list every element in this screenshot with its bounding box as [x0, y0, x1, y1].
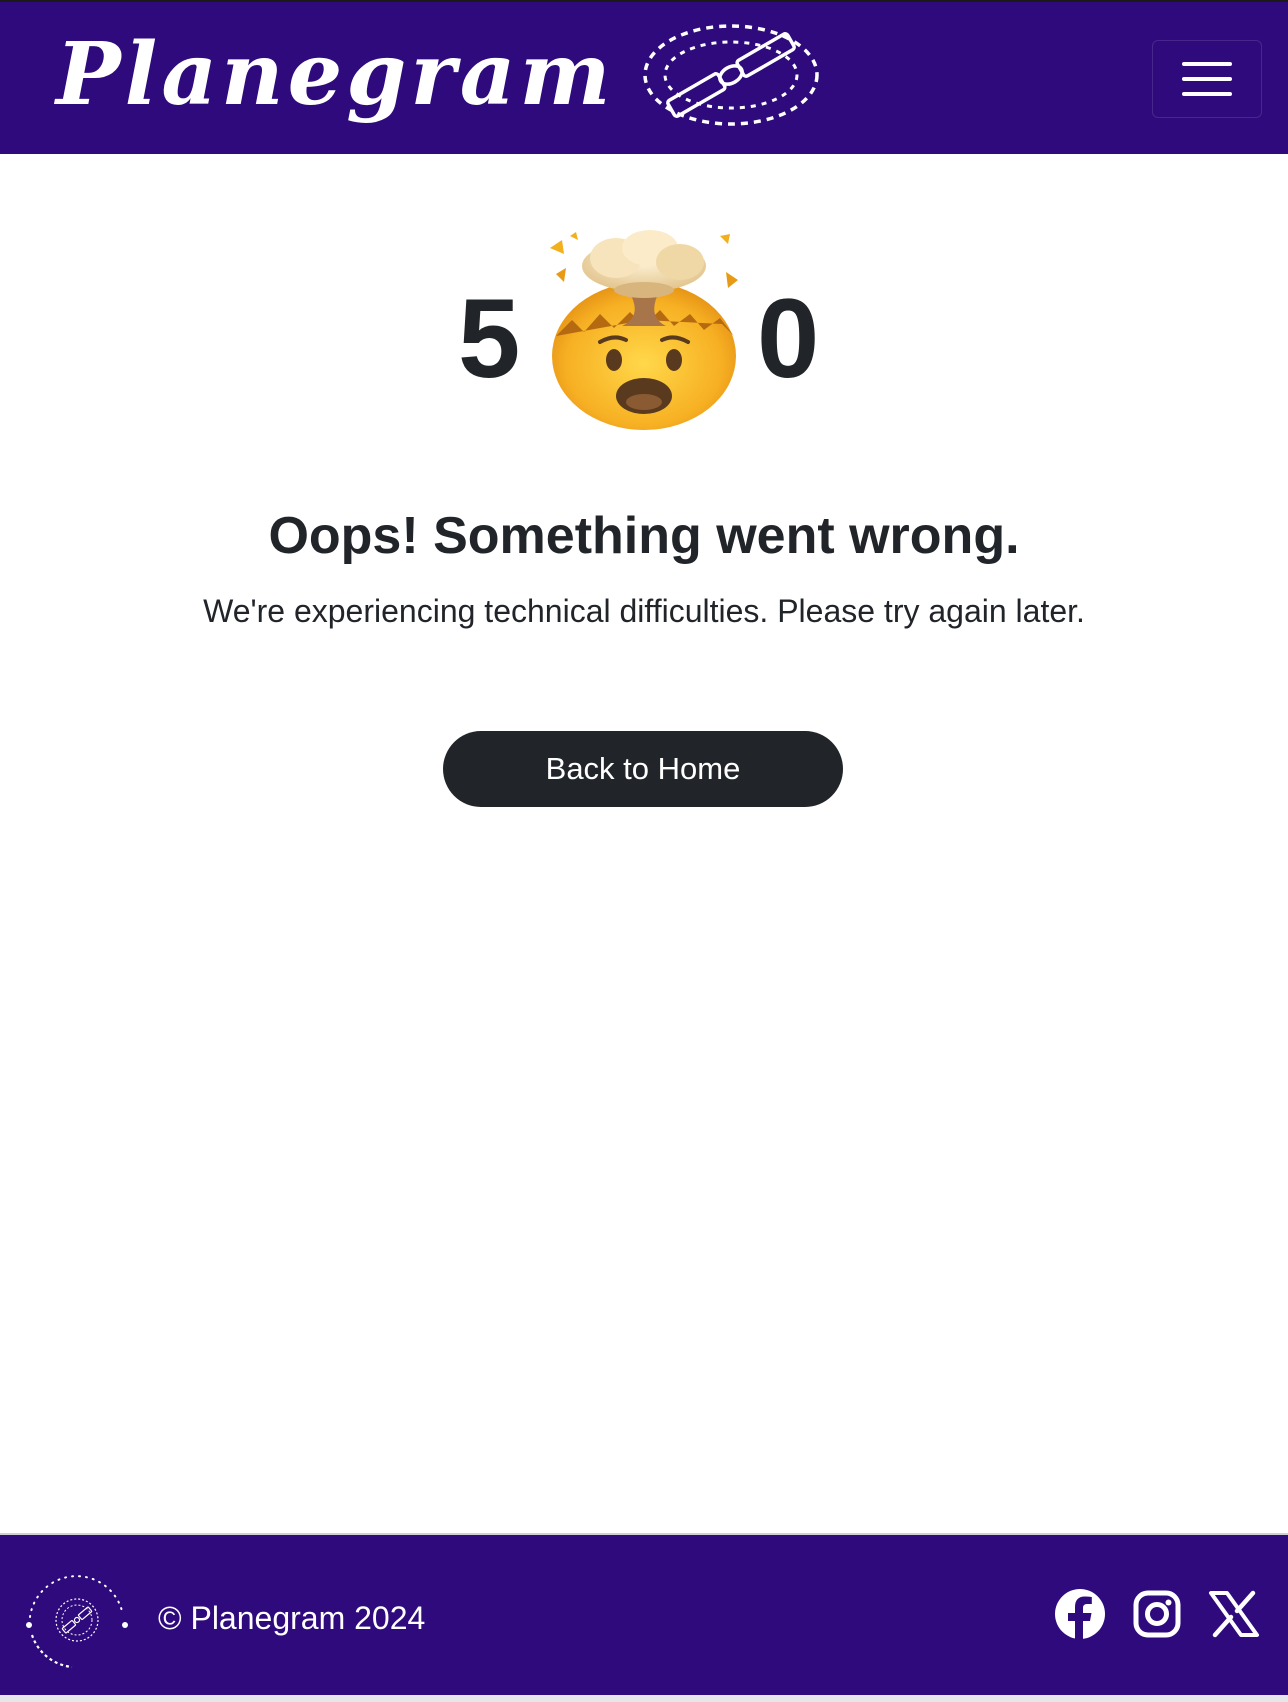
x-twitter-link[interactable]	[1207, 1587, 1261, 1641]
exploding-head-emoji-icon	[550, 230, 738, 430]
facebook-icon	[1055, 1589, 1105, 1641]
brand-link[interactable]: Planegram	[56, 20, 820, 130]
footer-logo-icon	[26, 1575, 128, 1669]
error-title: Oops! Something went wrong.	[268, 507, 1020, 565]
error-code: 5 0	[0, 228, 1288, 438]
facebook-link[interactable]	[1053, 1587, 1107, 1641]
brand-name: Planegram	[56, 24, 615, 125]
plane-logo-icon	[643, 24, 820, 126]
instagram-icon	[1133, 1590, 1181, 1638]
back-to-home-button[interactable]: Back to Home	[443, 731, 843, 807]
window-bottom-edge	[0, 1695, 1288, 1702]
site-footer: © Planegram 2024	[0, 1533, 1288, 1697]
error-code-digit-0: 0	[757, 276, 820, 401]
hamburger-menu-icon	[1182, 62, 1232, 96]
x-twitter-icon	[1209, 1590, 1259, 1638]
navbar: Planegram	[0, 2, 1288, 154]
error-message: We're experiencing technical difficultie…	[203, 593, 1085, 629]
copyright-text: © Planegram 2024	[158, 1600, 426, 1636]
error-code-digit-5: 5	[458, 276, 521, 401]
menu-toggle-button[interactable]	[1152, 40, 1262, 118]
instagram-link[interactable]	[1130, 1587, 1184, 1641]
